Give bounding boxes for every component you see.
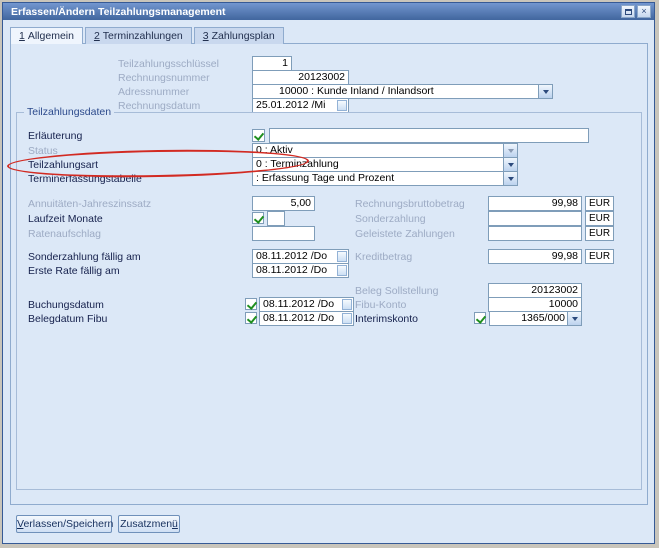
input-belegdatum-fibu[interactable]: 08.11.2012 /Do <box>259 311 354 326</box>
select-teilzahlungsart[interactable]: 0 : Terminzahlung <box>252 157 518 172</box>
label-sonderzahlung-faellig-am: Sonderzahlung fällig am <box>28 251 141 263</box>
input-teilzahlungsschluessel[interactable]: 1 <box>252 56 292 71</box>
checkbox-laufzeit-monate[interactable] <box>252 212 264 224</box>
label-interimskonto: Interimskonto <box>355 313 418 325</box>
label-terminerfassungstabelle: Terminerfassungstabelle <box>28 173 142 185</box>
tab-bar: 1Allgemein 2Terminzahlungen 3Zahlungspla… <box>10 27 286 44</box>
restore-button[interactable] <box>621 5 635 18</box>
label-laufzeit-monate: Laufzeit Monate <box>28 213 103 225</box>
checkbox-belegdatum-fibu[interactable] <box>245 312 257 324</box>
label-kreditbetrag: Kreditbetrag <box>355 251 412 263</box>
checkbox-buchungsdatum[interactable] <box>245 298 257 310</box>
date-picker-button[interactable] <box>337 251 347 262</box>
dropdown-arrow-icon[interactable] <box>503 172 517 185</box>
currency-label: EUR <box>585 196 614 211</box>
currency-label: EUR <box>585 211 614 226</box>
select-adressnummer[interactable]: 10000 : Kunde Inland / Inlandsort <box>252 84 553 99</box>
input-kreditbetrag[interactable]: 99,98 <box>488 249 582 264</box>
dialog-window: Erfassen/Ändern Teilzahlungsmanagement ×… <box>2 2 655 544</box>
input-rechnungsbruttobetrag[interactable]: 99,98 <box>488 196 582 211</box>
label-fibu-konto: Fibu-Konto <box>355 299 406 311</box>
input-geleistete-zahlungen[interactable] <box>488 226 582 241</box>
input-laufzeit-monate[interactable] <box>267 211 285 226</box>
extra-menu-button[interactable]: Zusatzmenü <box>118 515 180 533</box>
date-picker-button[interactable] <box>337 100 347 111</box>
input-beleg-sollstellung[interactable]: 20123002 <box>488 283 582 298</box>
label-rechnungsnummer: Rechnungsnummer <box>118 72 210 84</box>
input-sonderzahlung-faellig-am[interactable]: 08.11.2012 /Do <box>252 249 349 264</box>
input-erlaeuterung[interactable] <box>269 128 589 143</box>
label-beleg-sollstellung: Beleg Sollstellung <box>355 285 438 297</box>
label-sonderzahlung: Sonderzahlung <box>355 213 426 225</box>
input-rechnungsdatum[interactable]: 25.01.2012 /Mi <box>252 98 349 113</box>
label-adressnummer: Adressnummer <box>118 86 189 98</box>
currency-label: EUR <box>585 249 614 264</box>
window-title: Erfassen/Ändern Teilzahlungsmanagement <box>11 6 619 18</box>
select-terminerfassungstabelle[interactable]: : Erfassung Tage und Prozent <box>252 171 518 186</box>
currency-label: EUR <box>585 226 614 241</box>
date-picker-button[interactable] <box>337 265 347 276</box>
close-icon: × <box>641 7 646 16</box>
checkbox-erlaeuterung[interactable] <box>252 129 265 142</box>
input-ratenaufschlag[interactable] <box>252 226 315 241</box>
date-picker-button[interactable] <box>342 313 352 324</box>
label-rechnungsbruttobetrag: Rechnungsbruttobetrag <box>355 198 465 210</box>
restore-icon <box>625 9 632 15</box>
label-erlaeuterung: Erläuterung <box>28 130 82 142</box>
checkbox-interimskonto[interactable] <box>474 312 486 324</box>
label-buchungsdatum: Buchungsdatum <box>28 299 104 311</box>
input-buchungsdatum[interactable]: 08.11.2012 /Do <box>259 297 354 312</box>
label-teilzahlungsart: Teilzahlungsart <box>28 159 98 171</box>
dropdown-arrow-icon <box>503 144 517 157</box>
dropdown-arrow-icon[interactable] <box>503 158 517 171</box>
input-fibu-konto[interactable]: 10000 <box>488 297 582 312</box>
groupbox-title: Teilzahlungsdaten <box>24 106 114 118</box>
save-exit-button[interactable]: Verlassen/Speichern <box>16 515 112 533</box>
label-belegdatum-fibu: Belegdatum Fibu <box>28 313 107 325</box>
tab-terminzahlungen[interactable]: 2Terminzahlungen <box>85 27 192 44</box>
label-status: Status <box>28 145 58 157</box>
date-picker-button[interactable] <box>342 299 352 310</box>
label-geleistete-zahlungen: Geleistete Zahlungen <box>355 228 455 240</box>
tab-allgemein[interactable]: 1Allgemein <box>10 27 83 44</box>
input-rechnungsnummer[interactable]: 20123002 <box>252 70 349 85</box>
input-erste-rate-faellig-am[interactable]: 08.11.2012 /Do <box>252 263 349 278</box>
label-teilzahlungsschluessel: Teilzahlungsschlüssel <box>118 58 219 70</box>
label-annuitaeten-jahreszinssatz: Annuitäten-Jahreszinssatz <box>28 198 151 210</box>
dropdown-arrow-icon[interactable] <box>538 85 552 98</box>
input-annuitaeten-jahreszinssatz[interactable]: 5,00 <box>252 196 315 211</box>
titlebar[interactable]: Erfassen/Ändern Teilzahlungsmanagement × <box>3 3 654 20</box>
tab-zahlungsplan[interactable]: 3Zahlungsplan <box>194 27 284 44</box>
label-erste-rate-faellig-am: Erste Rate fällig am <box>28 265 120 277</box>
dropdown-arrow-icon[interactable] <box>567 312 581 325</box>
select-status[interactable]: 0 : Aktiv <box>252 143 518 158</box>
input-sonderzahlung[interactable] <box>488 211 582 226</box>
label-rechnungsdatum: Rechnungsdatum <box>118 100 200 112</box>
select-interimskonto[interactable]: 1365/000 <box>489 311 582 326</box>
close-button[interactable]: × <box>637 5 651 18</box>
label-ratenaufschlag: Ratenaufschlag <box>28 228 101 240</box>
